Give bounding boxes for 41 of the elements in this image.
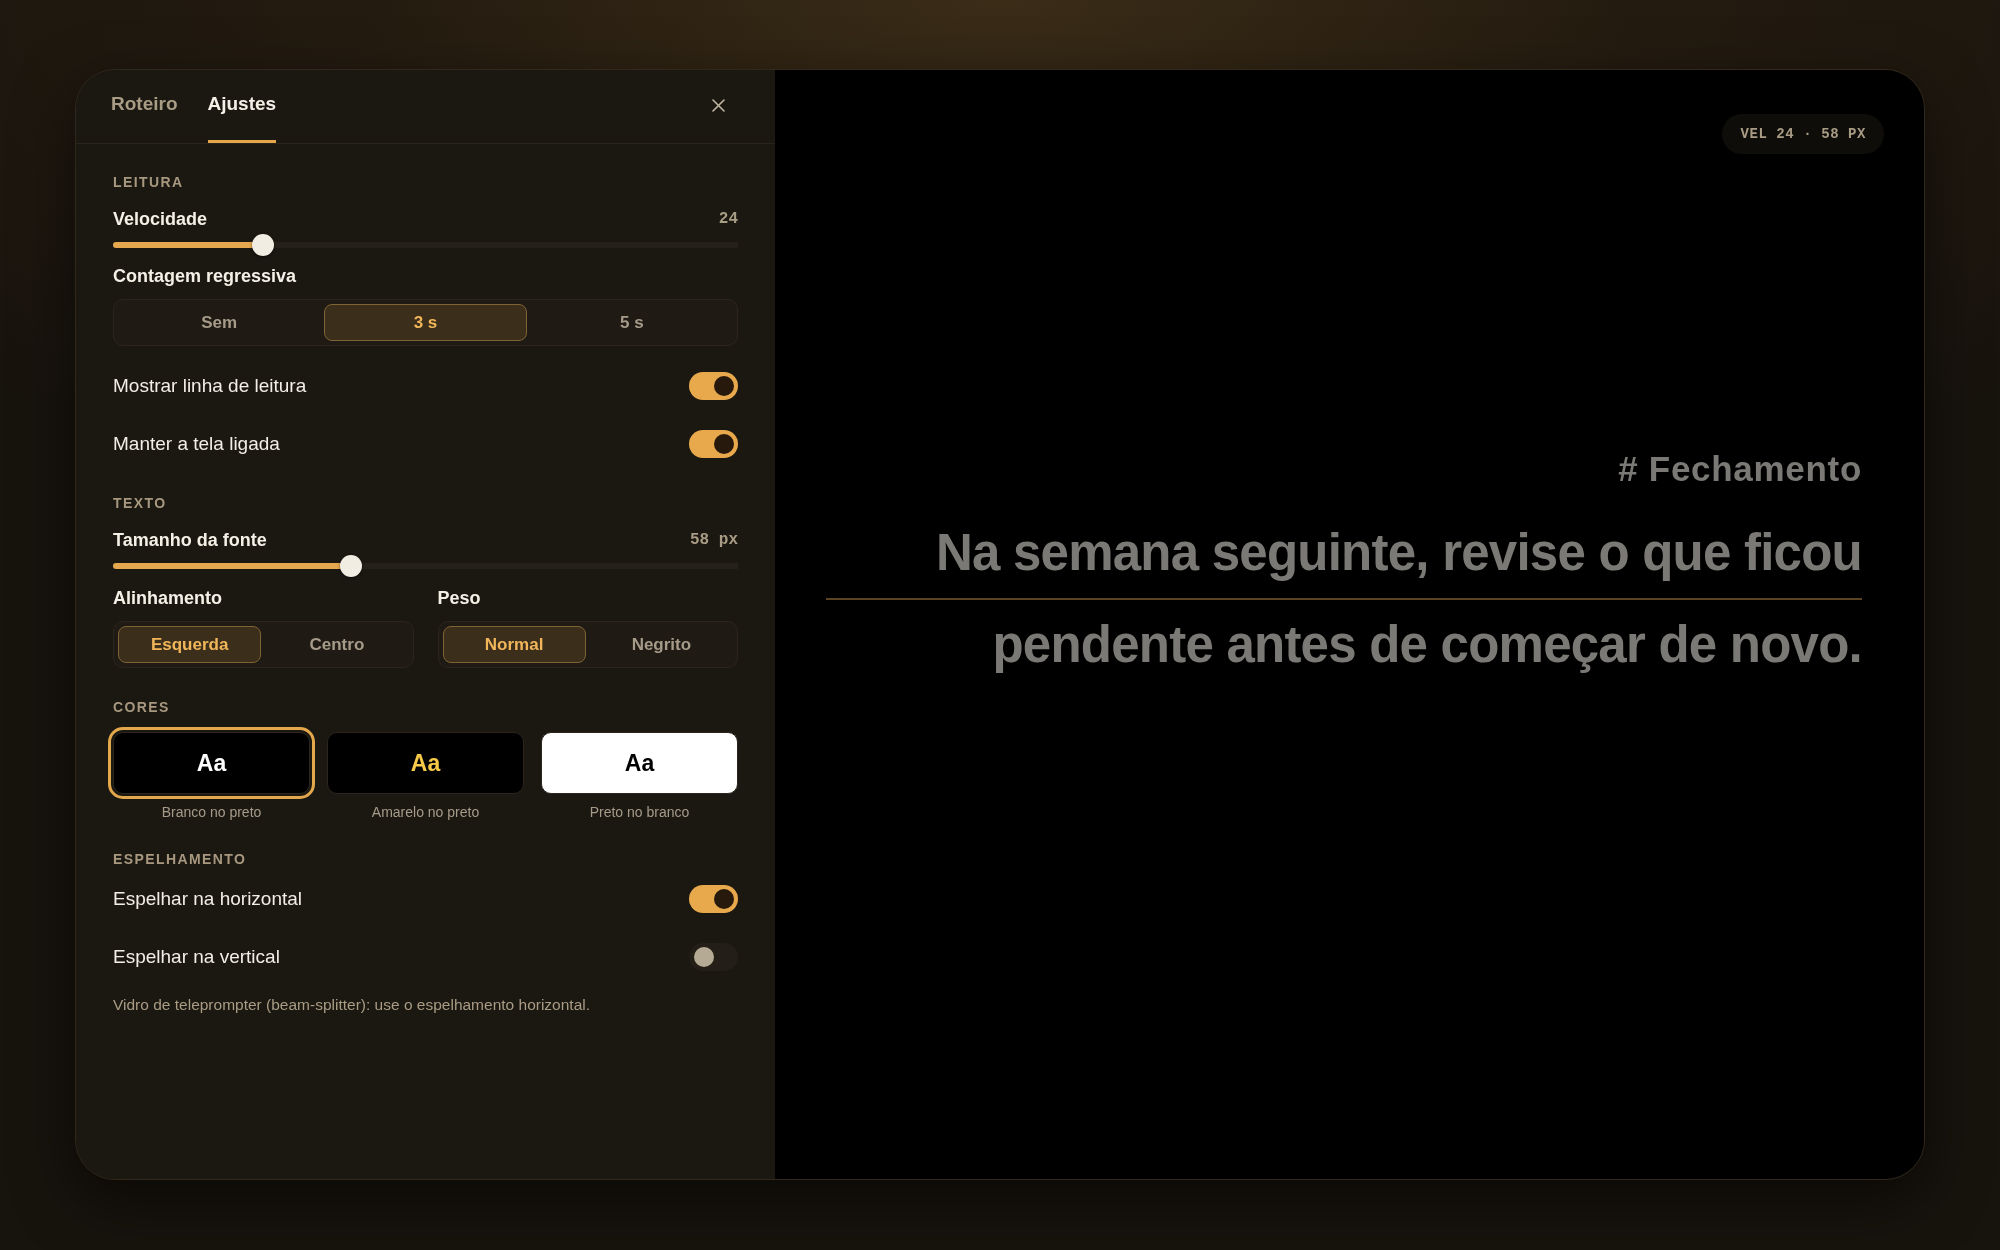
toggle-label: Espelhar na vertical (113, 946, 280, 968)
toggle-label: Espelhar na horizontal (113, 888, 303, 910)
segment-option[interactable]: Negrito (589, 626, 733, 663)
field-label: Peso (437, 587, 482, 610)
color-theme-swatch[interactable]: Aa (541, 732, 738, 794)
slider-value: 24 (718, 210, 738, 228)
slider-thumb[interactable] (339, 555, 362, 577)
script-line: Na semana seguinte, revise o que ficou (935, 523, 1862, 583)
segment-option[interactable]: 3 s (324, 304, 527, 341)
slider-label: Tamanho da fonte (113, 529, 267, 552)
slider-value: 58 px (690, 531, 738, 549)
segment-option[interactable]: 5 s (530, 304, 733, 341)
toggle-switch[interactable] (689, 372, 738, 400)
theme-label: Amarelo no preto (371, 803, 480, 821)
toggle-switch[interactable] (689, 430, 738, 458)
field-label: Alinhamento (113, 587, 223, 610)
field-label: Contagem regressiva (113, 265, 298, 288)
slider-thumb[interactable] (252, 234, 274, 256)
section-title: ESPELHAMENTO (113, 850, 248, 868)
color-theme-swatch[interactable]: Aa (327, 732, 524, 794)
toggle-switch[interactable] (689, 885, 738, 913)
segment-option[interactable]: Esquerda (118, 626, 262, 663)
close-icon (712, 99, 725, 112)
segment-option[interactable]: Sem (118, 304, 321, 341)
toggle-label: Mostrar linha de leitura (113, 375, 307, 397)
theme-label: Preto no branco (589, 803, 690, 821)
script-heading: # Fechamento (1618, 449, 1862, 489)
section-title: TEXTO (113, 494, 168, 512)
tab[interactable]: Roteiro (111, 70, 178, 143)
section-title: LEITURA (113, 173, 185, 191)
status-badge: VEL 24 · 58 PX (1722, 114, 1884, 154)
hint-text: Vidro de teleprompter (beam-splitter): use o espelhamento horizontal. (113, 995, 592, 1015)
toggle-label: Manter a tela ligada (113, 433, 280, 455)
segment-option[interactable]: Centro (265, 626, 409, 663)
theme-label: Branco no preto (161, 803, 262, 821)
section-title: CORES (113, 698, 171, 716)
tab[interactable]: Ajustes (207, 70, 277, 143)
slider-label: Velocidade (113, 208, 208, 231)
segment-option[interactable]: Normal (442, 626, 586, 663)
toggle-switch[interactable] (689, 943, 738, 971)
script-line: pendente antes de começar de novo. (992, 615, 1862, 675)
